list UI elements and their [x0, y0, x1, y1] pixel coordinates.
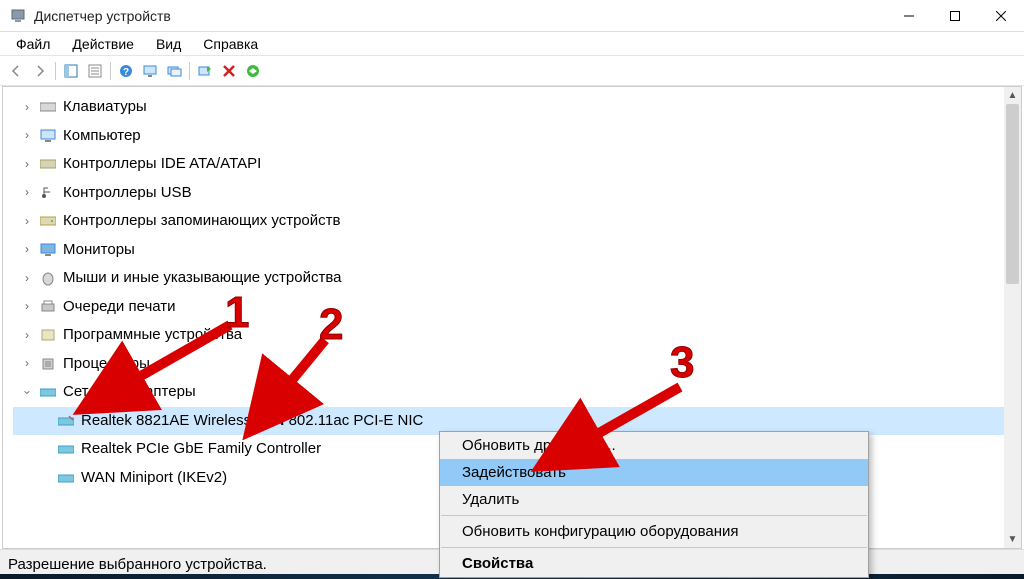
tree-item-keyboards[interactable]: › Клавиатуры — [13, 93, 1021, 122]
tree-item-label: Контроллеры IDE ATA/ATAPI — [63, 150, 261, 179]
ctx-rescan[interactable]: Обновить конфигурацию оборудования — [440, 518, 868, 545]
network-adapter-icon — [57, 440, 75, 458]
expander-icon[interactable]: › — [21, 352, 33, 375]
annotation-3: 3 — [670, 338, 694, 388]
enable-device-button[interactable] — [241, 59, 265, 83]
window-titlebar: Диспетчер устройств — [0, 0, 1024, 32]
ctx-separator — [441, 547, 867, 548]
expander-icon[interactable]: › — [21, 153, 33, 176]
toolbar-separator — [55, 62, 56, 80]
back-button[interactable] — [4, 59, 28, 83]
network-adapter-icon — [57, 469, 75, 487]
expander-icon[interactable]: › — [21, 267, 33, 290]
scroll-down-button[interactable]: ▼ — [1004, 531, 1021, 548]
expander-icon[interactable]: › — [16, 386, 39, 398]
properties-button[interactable] — [83, 59, 107, 83]
show-panel-button[interactable] — [59, 59, 83, 83]
update-driver-button[interactable] — [193, 59, 217, 83]
storage-icon — [39, 212, 57, 230]
usb-icon — [39, 184, 57, 202]
toolbar: ? — [0, 56, 1024, 86]
tree-item-mice[interactable]: › Мыши и иные указывающие устройства — [13, 264, 1021, 293]
menu-file[interactable]: Файл — [6, 34, 60, 54]
expander-icon[interactable]: › — [21, 324, 33, 347]
ctx-separator — [441, 515, 867, 516]
tree-item-printqueues[interactable]: › Очереди печати — [13, 293, 1021, 322]
tree-item-storage[interactable]: › Контроллеры запоминающих устройств — [13, 207, 1021, 236]
maximize-button[interactable] — [932, 0, 978, 32]
tree-item-label: Компьютер — [63, 122, 141, 151]
tree-item-label: Мыши и иные указывающие устройства — [63, 264, 341, 293]
tree-item-label: WAN Miniport (IKEv2) — [81, 464, 227, 493]
tree-item-label: Очереди печати — [63, 293, 176, 322]
tree-item-label: Контроллеры запоминающих устройств — [63, 207, 340, 236]
ctx-properties[interactable]: Свойства — [440, 550, 868, 577]
tree-item-monitors[interactable]: › Мониторы — [13, 236, 1021, 265]
scroll-up-button[interactable]: ▲ — [1004, 87, 1021, 104]
annotation-1: 1 — [225, 288, 249, 338]
expander-icon[interactable]: › — [21, 181, 33, 204]
software-icon — [39, 326, 57, 344]
tree-item-ide[interactable]: › Контроллеры IDE ATA/ATAPI — [13, 150, 1021, 179]
minimize-button[interactable] — [886, 0, 932, 32]
close-button[interactable] — [978, 0, 1024, 32]
help-button[interactable]: ? — [114, 59, 138, 83]
network-icon — [39, 383, 57, 401]
tree-item-computer[interactable]: › Компьютер — [13, 122, 1021, 151]
menu-action[interactable]: Действие — [62, 34, 144, 54]
tree-item-label: Клавиатуры — [63, 93, 147, 122]
keyboard-icon — [39, 98, 57, 116]
expander-icon[interactable]: › — [21, 210, 33, 233]
tree-item-label: Мониторы — [63, 236, 135, 265]
ctx-delete[interactable]: Удалить — [440, 486, 868, 513]
annotation-2: 2 — [319, 300, 343, 350]
toolbar-separator — [110, 62, 111, 80]
menu-help[interactable]: Справка — [193, 34, 268, 54]
printer-icon — [39, 298, 57, 316]
ide-icon — [39, 155, 57, 173]
expander-icon[interactable]: › — [21, 238, 33, 261]
svg-text:?: ? — [123, 67, 129, 78]
expander-icon[interactable]: › — [21, 124, 33, 147]
tree-item-label: Контроллеры USB — [63, 179, 192, 208]
forward-button[interactable] — [28, 59, 52, 83]
annotation-arrow-1 — [70, 320, 250, 420]
delete-button[interactable] — [217, 59, 241, 83]
annotation-arrow-3 — [530, 382, 700, 477]
statusbar-text: Разрешение выбранного устройства. — [8, 556, 267, 573]
menu-view[interactable]: Вид — [146, 34, 191, 54]
computer-icon — [39, 127, 57, 145]
scan-button[interactable] — [138, 59, 162, 83]
tree-item-usb[interactable]: › Контроллеры USB — [13, 179, 1021, 208]
mouse-icon — [39, 269, 57, 287]
toolbar-separator — [189, 62, 190, 80]
expander-icon[interactable]: › — [21, 295, 33, 318]
scroll-thumb[interactable] — [1006, 104, 1019, 284]
app-icon — [8, 6, 28, 26]
vertical-scrollbar[interactable]: ▲ ▼ — [1004, 87, 1021, 548]
monitor-icon — [39, 241, 57, 259]
expander-icon[interactable]: › — [21, 96, 33, 119]
menubar: Файл Действие Вид Справка — [0, 32, 1024, 56]
devices-button[interactable] — [162, 59, 186, 83]
cpu-icon — [39, 355, 57, 373]
window-title: Диспетчер устройств — [34, 8, 886, 24]
